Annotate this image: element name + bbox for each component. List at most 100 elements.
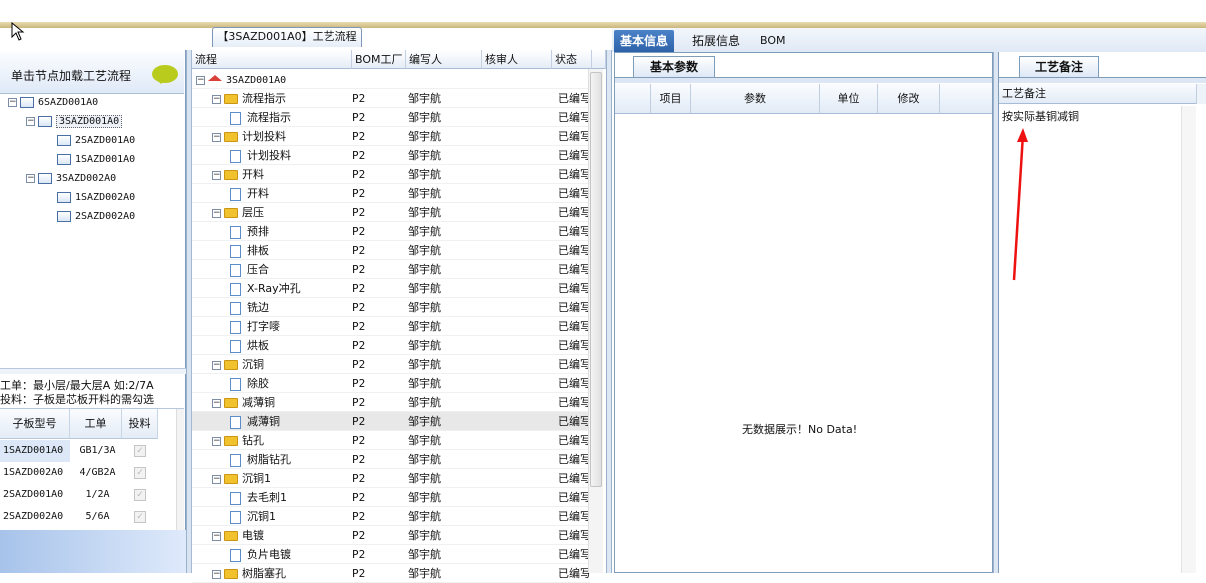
table-row[interactable]: 打字嘜 P2 邹宇航 已编写: [192, 317, 590, 336]
table-row[interactable]: 流程指示 P2 邹宇航 已编写: [192, 108, 590, 127]
col-header-writer[interactable]: 编写人: [406, 50, 482, 69]
table-row[interactable]: 去毛刺1 P2 邹宇航 已编写: [192, 488, 590, 507]
table-row[interactable]: − 减薄铜 P2 邹宇航 已编写: [192, 393, 590, 412]
tree-expander-icon[interactable]: −: [8, 97, 17, 107]
cell-feed[interactable]: ✓: [122, 484, 158, 506]
cell-model[interactable]: 1SAZD002A0: [0, 462, 70, 484]
table-row[interactable]: − 沉铜 P2 邹宇航 已编写: [192, 355, 590, 374]
tree-node[interactable]: 2SAZD001A0: [44, 131, 135, 149]
cell-order[interactable]: GB1/3A: [70, 440, 122, 462]
cell-model[interactable]: 1SAZD001A0: [0, 440, 70, 462]
feed-checkbox[interactable]: ✓: [134, 467, 146, 479]
basic-col-edit[interactable]: 修改: [878, 84, 940, 114]
tree-expander-icon[interactable]: −: [26, 173, 35, 183]
basic-col-param[interactable]: 参数: [691, 84, 820, 114]
table-row[interactable]: − 电镀 P2 邹宇航 已编写: [192, 526, 590, 545]
tree-expander-icon[interactable]: −: [212, 474, 221, 484]
cell-bom: P2: [352, 225, 366, 238]
feed-checkbox[interactable]: ✓: [134, 445, 146, 457]
cell-status: 已编写: [558, 92, 590, 105]
col-header-feed[interactable]: 投料: [122, 409, 158, 439]
table-row[interactable]: − 层压 P2 邹宇航 已编写: [192, 203, 590, 222]
tree-expander-icon[interactable]: −: [212, 208, 221, 218]
table-row[interactable]: 铣边 P2 邹宇航 已编写: [192, 298, 590, 317]
tree-node[interactable]: − 3SAZD001A0: [26, 112, 123, 130]
feed-checkbox[interactable]: ✓: [134, 489, 146, 501]
table-row[interactable]: − 沉铜1 P2 邹宇航 已编写: [192, 469, 590, 488]
tree-expander-icon[interactable]: −: [212, 132, 221, 142]
table-row[interactable]: 沉铜1 P2 邹宇航 已编写: [192, 507, 590, 526]
table-row[interactable]: 烘板 P2 邹宇航 已编写: [192, 336, 590, 355]
table-row[interactable]: − 树脂塞孔 P2 邹宇航 已编写: [192, 564, 590, 583]
cell-writer: 邹宇航: [408, 130, 441, 143]
tab-process-notes[interactable]: 工艺备注: [1019, 56, 1099, 78]
cell-feed[interactable]: ✓: [122, 440, 158, 462]
cell-order[interactable]: 1/2A: [70, 484, 122, 506]
feed-checkbox[interactable]: ✓: [134, 511, 146, 523]
tab-extended-info[interactable]: 拓展信息: [686, 30, 746, 52]
table-row[interactable]: 树脂钻孔 P2 邹宇航 已编写: [192, 450, 590, 469]
table-row[interactable]: X-Ray冲孔 P2 邹宇航 已编写: [192, 279, 590, 298]
subboard-table-scrollbar[interactable]: [176, 409, 184, 531]
tree-node[interactable]: 1SAZD002A0: [44, 188, 135, 206]
table-row[interactable]: − 钻孔 P2 邹宇航 已编写: [192, 431, 590, 450]
col-header-order[interactable]: 工单: [70, 409, 122, 439]
tree-expander-icon[interactable]: −: [212, 360, 221, 370]
tree-node[interactable]: 2SAZD002A0: [44, 207, 135, 225]
table-row[interactable]: 减薄铜 P2 邹宇航 已编写: [192, 412, 590, 431]
process-label: 减薄铜: [247, 415, 280, 428]
table-row[interactable]: 计划投料 P2 邹宇航 已编写: [192, 146, 590, 165]
center-right-splitter[interactable]: [606, 50, 612, 573]
col-header-process[interactable]: 流程: [192, 50, 352, 69]
col-header-reviewer[interactable]: 核审人: [482, 50, 552, 69]
cell-model[interactable]: 2SAZD001A0: [0, 484, 70, 506]
col-header-status[interactable]: 状态: [552, 50, 592, 69]
process-flow-tab[interactable]: 【3SAZD001A0】工艺流程: [212, 27, 362, 47]
tab-basic-info[interactable]: 基本信息: [614, 30, 675, 52]
cell-feed[interactable]: ✓: [122, 462, 158, 484]
tree-node[interactable]: − 6SAZD001A0: [8, 93, 98, 111]
cell-writer: 邹宇航: [408, 225, 441, 238]
tree-node[interactable]: − 3SAZD002A0: [26, 169, 116, 187]
cell-writer: 邹宇航: [408, 453, 441, 466]
process-notes-scrollbar[interactable]: [1181, 106, 1196, 573]
table-row[interactable]: 预排 P2 邹宇航 已编写: [192, 222, 590, 241]
tree-node[interactable]: 1SAZD001A0: [44, 150, 135, 168]
load-process-button[interactable]: 单击节点加载工艺流程: [0, 52, 184, 94]
tab-basic-params[interactable]: 基本参数: [633, 56, 715, 78]
tree-expander-icon[interactable]: −: [212, 94, 221, 104]
basic-col-item[interactable]: 项目: [651, 84, 691, 114]
scrollbar-thumb[interactable]: [590, 72, 602, 487]
tree-expander-icon[interactable]: −: [212, 436, 221, 446]
tab-bom[interactable]: BOM: [754, 30, 792, 52]
tree-row-root[interactable]: − 3SAZD001A0: [192, 70, 590, 89]
process-notes-header[interactable]: 工艺备注: [999, 84, 1196, 104]
process-label: 钻孔: [242, 434, 264, 447]
basic-col-unit[interactable]: 单位: [820, 84, 878, 114]
table-row[interactable]: 开料 P2 邹宇航 已编写: [192, 184, 590, 203]
table-row[interactable]: 排板 P2 邹宇航 已编写: [192, 241, 590, 260]
tree-expander-icon[interactable]: −: [26, 116, 35, 126]
tree-expander-icon[interactable]: −: [212, 398, 221, 408]
table-row[interactable]: 压合 P2 邹宇航 已编写: [192, 260, 590, 279]
tree-expander-icon[interactable]: −: [212, 170, 221, 180]
table-row[interactable]: − 流程指示 P2 邹宇航 已编写: [192, 89, 590, 108]
left-splitter[interactable]: [0, 368, 186, 374]
table-row[interactable]: − 计划投料 P2 邹宇航 已编写: [192, 127, 590, 146]
cell-writer: 邹宇航: [408, 301, 441, 314]
tree-expander-icon[interactable]: −: [212, 569, 221, 579]
col-header-bom[interactable]: BOM工厂: [352, 50, 406, 69]
cell-writer: 邹宇航: [408, 396, 441, 409]
cell-feed[interactable]: ✓: [122, 506, 158, 528]
tree-expander-icon[interactable]: −: [196, 75, 205, 85]
col-header-model[interactable]: 子板型号: [0, 409, 70, 439]
table-row[interactable]: 除胶 P2 邹宇航 已编写: [192, 374, 590, 393]
table-row[interactable]: − 开料 P2 邹宇航 已编写: [192, 165, 590, 184]
cell-order[interactable]: 4/GB2A: [70, 462, 122, 484]
tree-expander-icon[interactable]: −: [212, 531, 221, 541]
cell-order[interactable]: 5/6A: [70, 506, 122, 528]
cell-status: 已编写: [558, 339, 590, 352]
process-notes-value[interactable]: 按实际基铜减铜: [1002, 108, 1079, 124]
cell-model[interactable]: 2SAZD002A0: [0, 506, 70, 528]
table-row[interactable]: 负片电镀 P2 邹宇航 已编写: [192, 545, 590, 564]
